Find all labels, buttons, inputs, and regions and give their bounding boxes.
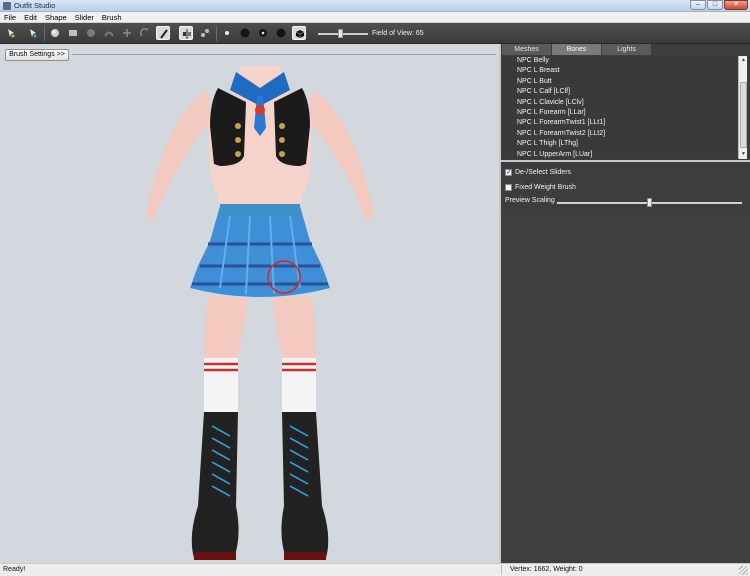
panel-lower-area xyxy=(501,209,750,563)
brush-settings-button[interactable]: Brush Settings >> xyxy=(5,49,69,61)
deselect-sliders-checkbox[interactable] xyxy=(505,168,512,176)
tab-lights[interactable]: Lights xyxy=(602,44,651,55)
brush-settings-divider xyxy=(72,54,496,55)
bones-icon[interactable] xyxy=(198,26,212,40)
list-item[interactable]: NPC L Calf [LClf] xyxy=(502,87,747,97)
fov-slider-track[interactable] xyxy=(318,33,368,35)
mirror-icon[interactable] xyxy=(179,26,193,40)
deselect-sliders-label: De-/Select Sliders xyxy=(515,168,572,176)
dot-medium-icon[interactable] xyxy=(238,26,252,40)
inflate-brush-icon[interactable] xyxy=(48,26,62,40)
maximize-button[interactable]: □ xyxy=(707,0,723,10)
list-item[interactable]: NPC L UpperArm [LUar] xyxy=(502,150,747,159)
status-separator xyxy=(501,565,502,575)
close-button[interactable]: ✕ xyxy=(724,0,748,10)
deselect-sliders-option[interactable]: De-/Select Sliders xyxy=(505,167,571,177)
menu-bar: File Edit Shape Slider Brush xyxy=(0,12,750,23)
fixed-weight-brush-checkbox[interactable] xyxy=(505,183,512,191)
panel-tabs: Meshes Bones Lights xyxy=(502,44,651,55)
app-icon xyxy=(3,2,11,10)
preview-scaling-label: Preview Scaling xyxy=(505,197,555,204)
cube-icon[interactable] xyxy=(292,26,306,40)
vertex-weight-readout: Vertex: 1662, Weight: 0 xyxy=(510,566,583,573)
fixed-weight-brush-option[interactable]: Fixed Weight Brush xyxy=(505,182,576,192)
deflate-brush-icon[interactable] xyxy=(66,26,80,40)
fov-label: Field of View: 65 xyxy=(372,30,424,37)
dot-large-icon[interactable] xyxy=(256,26,270,40)
undo-icon[interactable] xyxy=(120,26,134,40)
status-bar: Ready! Vertex: 1662, Weight: 0 xyxy=(0,563,750,576)
resize-grip-icon[interactable] xyxy=(739,566,748,575)
fov-slider-thumb[interactable] xyxy=(338,29,343,38)
menu-slider[interactable]: Slider xyxy=(71,12,98,22)
toolbar: Field of View: 65 xyxy=(0,23,750,44)
character-model[interactable] xyxy=(140,66,380,561)
scroll-thumb[interactable] xyxy=(740,82,747,148)
smooth-brush-icon[interactable] xyxy=(102,26,116,40)
move-brush-icon[interactable] xyxy=(84,26,98,40)
dot-xlarge-icon[interactable] xyxy=(274,26,288,40)
minimize-button[interactable]: – xyxy=(690,0,706,10)
scroll-up-icon[interactable]: ▲ xyxy=(740,57,747,64)
window-controls: – □ ✕ xyxy=(690,0,748,10)
list-item[interactable]: NPC L Clavicle [LClv] xyxy=(502,98,747,108)
select-tool-icon[interactable] xyxy=(4,26,18,40)
scroll-down-icon[interactable]: ▼ xyxy=(740,151,747,158)
transform-tool-icon[interactable] xyxy=(26,26,40,40)
window-title: Outfit Studio xyxy=(14,1,56,10)
list-item[interactable]: NPC L ForearmTwist2 [LLt2] xyxy=(502,129,747,139)
menu-shape[interactable]: Shape xyxy=(41,12,71,22)
list-item[interactable]: NPC L Breast xyxy=(502,66,747,76)
menu-edit[interactable]: Edit xyxy=(20,12,41,22)
bone-list[interactable]: NPC Belly NPC L Breast NPC L Butt NPC L … xyxy=(502,56,747,159)
list-item[interactable]: NPC L Forearm [LLar] xyxy=(502,108,747,118)
toolbar-separator xyxy=(216,26,217,41)
list-item[interactable]: NPC L ForearmTwist1 [LLt1] xyxy=(502,118,747,128)
preview-scaling-thumb[interactable] xyxy=(647,198,652,207)
menu-file[interactable]: File xyxy=(0,12,20,22)
menu-brush[interactable]: Brush xyxy=(98,12,126,22)
toolbar-separator xyxy=(44,26,45,41)
weight-brush-icon[interactable] xyxy=(156,26,170,40)
dot-small-icon[interactable] xyxy=(220,26,234,40)
list-item[interactable]: NPC L Thigh [LThg] xyxy=(502,139,747,149)
tab-meshes[interactable]: Meshes xyxy=(502,44,551,55)
bone-list-scrollbar[interactable]: ▲ ▼ xyxy=(738,56,747,159)
panel-divider[interactable] xyxy=(500,160,750,162)
fixed-weight-brush-label: Fixed Weight Brush xyxy=(515,183,576,191)
list-item[interactable]: NPC L Butt xyxy=(502,77,747,87)
title-bar: Outfit Studio – □ ✕ xyxy=(0,0,750,12)
status-text: Ready! xyxy=(3,566,26,573)
tab-bones[interactable]: Bones xyxy=(552,44,601,55)
transform-icon[interactable] xyxy=(138,26,152,40)
list-item[interactable]: NPC Belly xyxy=(502,56,747,66)
